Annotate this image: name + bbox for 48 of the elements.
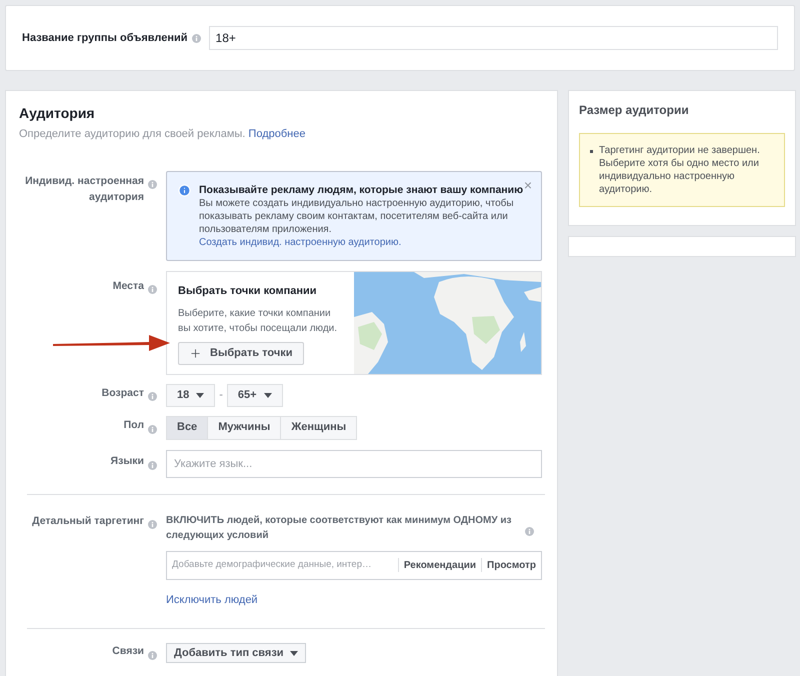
exclude-people-link[interactable]: Исключить людей bbox=[166, 592, 258, 608]
field-label: Возраст bbox=[102, 386, 144, 401]
info-icon bbox=[178, 184, 191, 196]
info-icon[interactable] bbox=[148, 392, 157, 402]
field-label: Языки bbox=[110, 454, 144, 470]
places-text: Выберите, какие точки компании вы хотите, чтобы посещали люди. bbox=[178, 307, 338, 336]
section-subtitle: Определите аудиторию для своей рекламы. bbox=[19, 128, 246, 140]
targeting-field[interactable]: Добавьте демографические данные, интер… Рекомендации Просмотр bbox=[166, 550, 542, 580]
suggestions-button[interactable]: Рекомендации bbox=[404, 558, 476, 572]
targeting-description: ВКЛЮЧИТЬ людей, которые соответствуют как минимум ОДНОМУ из следующих условий bbox=[166, 514, 512, 542]
field-label: Индивид. настроенная аудитория bbox=[24, 174, 144, 204]
gender-option[interactable]: Женщины bbox=[280, 416, 358, 440]
field-label: Связи bbox=[112, 644, 144, 659]
info-icon[interactable] bbox=[148, 520, 157, 530]
caret-icon bbox=[290, 650, 298, 656]
info-icon[interactable] bbox=[148, 424, 157, 434]
info-icon[interactable] bbox=[148, 180, 157, 190]
learn-more-link[interactable]: Подробнее bbox=[248, 128, 306, 140]
info-icon[interactable] bbox=[192, 34, 201, 42]
card-title: Размер аудитории bbox=[579, 102, 690, 119]
browse-button[interactable]: Просмотр bbox=[487, 558, 536, 572]
connection-type-dropdown[interactable]: Добавить тип связи bbox=[166, 643, 306, 664]
section-title: Аудитория bbox=[19, 104, 96, 123]
info-icon[interactable] bbox=[525, 526, 534, 536]
places-title: Выбрать точки компании bbox=[178, 284, 318, 298]
age-to-dropdown[interactable]: 65+ bbox=[226, 384, 283, 406]
warning-text: Таргетинг аудитории не завершен. Выберите хотя бы одно место или индивидуально настроенную аудиторию. bbox=[599, 144, 761, 196]
create-audience-link[interactable]: Создать индивид. настроенную аудиторию. bbox=[199, 236, 402, 248]
field-label: Места bbox=[112, 278, 144, 294]
choose-places-button[interactable]: Выбрать точки bbox=[178, 342, 304, 365]
language-field[interactable]: Укажите язык... bbox=[166, 450, 542, 478]
info-icon[interactable] bbox=[148, 285, 157, 294]
age-separator: - bbox=[219, 388, 223, 403]
plus-icon bbox=[189, 347, 202, 360]
notice-text: Вы можете создать индивидуально настроенную аудиторию, чтобы показывать рекламу своим контактам, посетителям веб-сайта или пользователям приложения. Создать индивид. настроенную аудиторию. bbox=[199, 196, 515, 248]
notice-title: Показывайте рекламу людям, которые знают вашу компанию bbox=[199, 182, 524, 196]
targeting-placeholder: Добавьте демографические данные, интер… bbox=[172, 558, 372, 572]
info-icon[interactable] bbox=[148, 650, 157, 660]
field-label: Пол bbox=[124, 418, 144, 434]
field-label: Детальный таргетинг bbox=[32, 514, 144, 528]
caret-icon bbox=[264, 392, 272, 398]
info-icon[interactable] bbox=[148, 460, 157, 470]
gender-option[interactable]: Мужчины bbox=[207, 416, 282, 440]
ad-set-name-field[interactable]: 18+ bbox=[208, 26, 778, 50]
age-from-dropdown[interactable]: 18 bbox=[166, 384, 216, 406]
field-label: Название группы объявлений bbox=[22, 30, 188, 46]
gender-option[interactable]: Все bbox=[166, 416, 208, 440]
caret-icon bbox=[196, 392, 204, 398]
